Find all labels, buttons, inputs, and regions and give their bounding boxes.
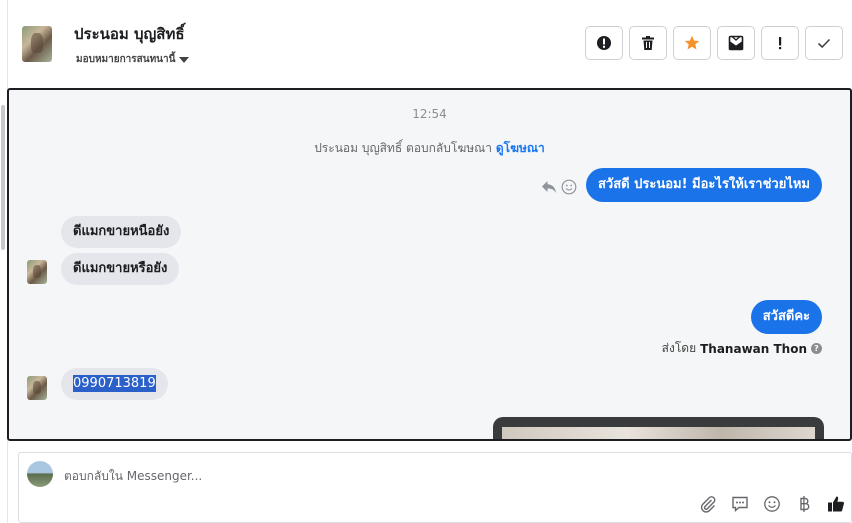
- mark-unread-button[interactable]: [717, 26, 755, 60]
- scrollbar[interactable]: [1, 105, 5, 250]
- check-icon: [817, 38, 831, 49]
- reply-composer[interactable]: ตอบกลับใน Messenger...: [18, 452, 852, 523]
- image-preview[interactable]: [502, 427, 815, 439]
- spam-button[interactable]: [585, 26, 623, 60]
- caret-down-icon: [179, 56, 190, 63]
- outgoing-message[interactable]: สวัสดีคะ: [750, 300, 822, 334]
- composer-tools: [699, 495, 845, 513]
- emoji-reaction-icon[interactable]: [561, 179, 577, 195]
- outgoing-message[interactable]: สวัสดี ประนอม! มีอะไรให้เราช่วยไหม: [585, 168, 822, 202]
- incoming-message[interactable]: ดีแมกขายหรือยัง: [61, 253, 180, 285]
- alert-circle-icon: [597, 36, 611, 50]
- assign-conversation-dropdown[interactable]: มอบหมายการสนทนานี้: [76, 52, 190, 67]
- page-avatar: [27, 461, 53, 487]
- sent-by-name: Thanawan Thon: [700, 341, 807, 356]
- done-button[interactable]: [805, 26, 843, 60]
- ad-reply-text: ประนอม บุญสิทธิ์ ตอบกลับโฆษณา: [314, 141, 493, 155]
- help-icon[interactable]: ?: [811, 343, 822, 354]
- incoming-message[interactable]: 0990713819: [61, 368, 168, 400]
- contact-avatar-small: [27, 260, 47, 284]
- action-toolbar: [585, 26, 843, 60]
- ad-reply-notice: ประนอม บุญสิทธิ์ ตอบกลับโฆษณา ดูโฆษณา: [9, 139, 850, 158]
- contact-avatar-small: [27, 376, 47, 400]
- follow-up-button[interactable]: [761, 26, 799, 60]
- assign-label: มอบหมายการสนทนานี้: [76, 54, 176, 65]
- envelope-icon: [728, 35, 744, 51]
- message-actions: [541, 179, 577, 195]
- star-icon: [684, 35, 700, 50]
- message-thread[interactable]: 12:54 ประนอม บุญสิทธิ์ ตอบกลับโฆษณา ดูโฆ…: [7, 88, 852, 441]
- saved-reply-icon[interactable]: [731, 495, 749, 513]
- sent-by-info: ส่งโดย Thanawan Thon ?: [662, 339, 822, 358]
- trash-icon: [642, 36, 654, 50]
- emoji-icon[interactable]: [763, 495, 781, 513]
- view-ad-link[interactable]: ดูโฆษณา: [496, 141, 545, 155]
- conversation-header: ประนอม บุญสิทธิ์ มอบหมายการสนทนานี้: [8, 0, 852, 88]
- delete-button[interactable]: [629, 26, 667, 60]
- image-attachment[interactable]: [493, 417, 824, 439]
- selected-phone-number[interactable]: 0990713819: [73, 375, 156, 392]
- contact-avatar[interactable]: [22, 26, 52, 62]
- message-timestamp: 12:54: [412, 107, 447, 121]
- baht-icon[interactable]: [795, 495, 813, 513]
- contact-name[interactable]: ประนอม บุญสิทธิ์: [74, 22, 185, 46]
- star-button[interactable]: [673, 26, 711, 60]
- thumbs-up-icon[interactable]: [827, 495, 845, 513]
- reply-icon[interactable]: [541, 180, 557, 194]
- sent-by-label: ส่งโดย: [661, 341, 697, 355]
- reply-input[interactable]: ตอบกลับใน Messenger...: [64, 467, 202, 486]
- paperclip-icon[interactable]: [699, 495, 717, 513]
- exclamation-icon: [779, 37, 782, 50]
- incoming-message[interactable]: ดีแมกขายหนือยัง: [61, 216, 182, 248]
